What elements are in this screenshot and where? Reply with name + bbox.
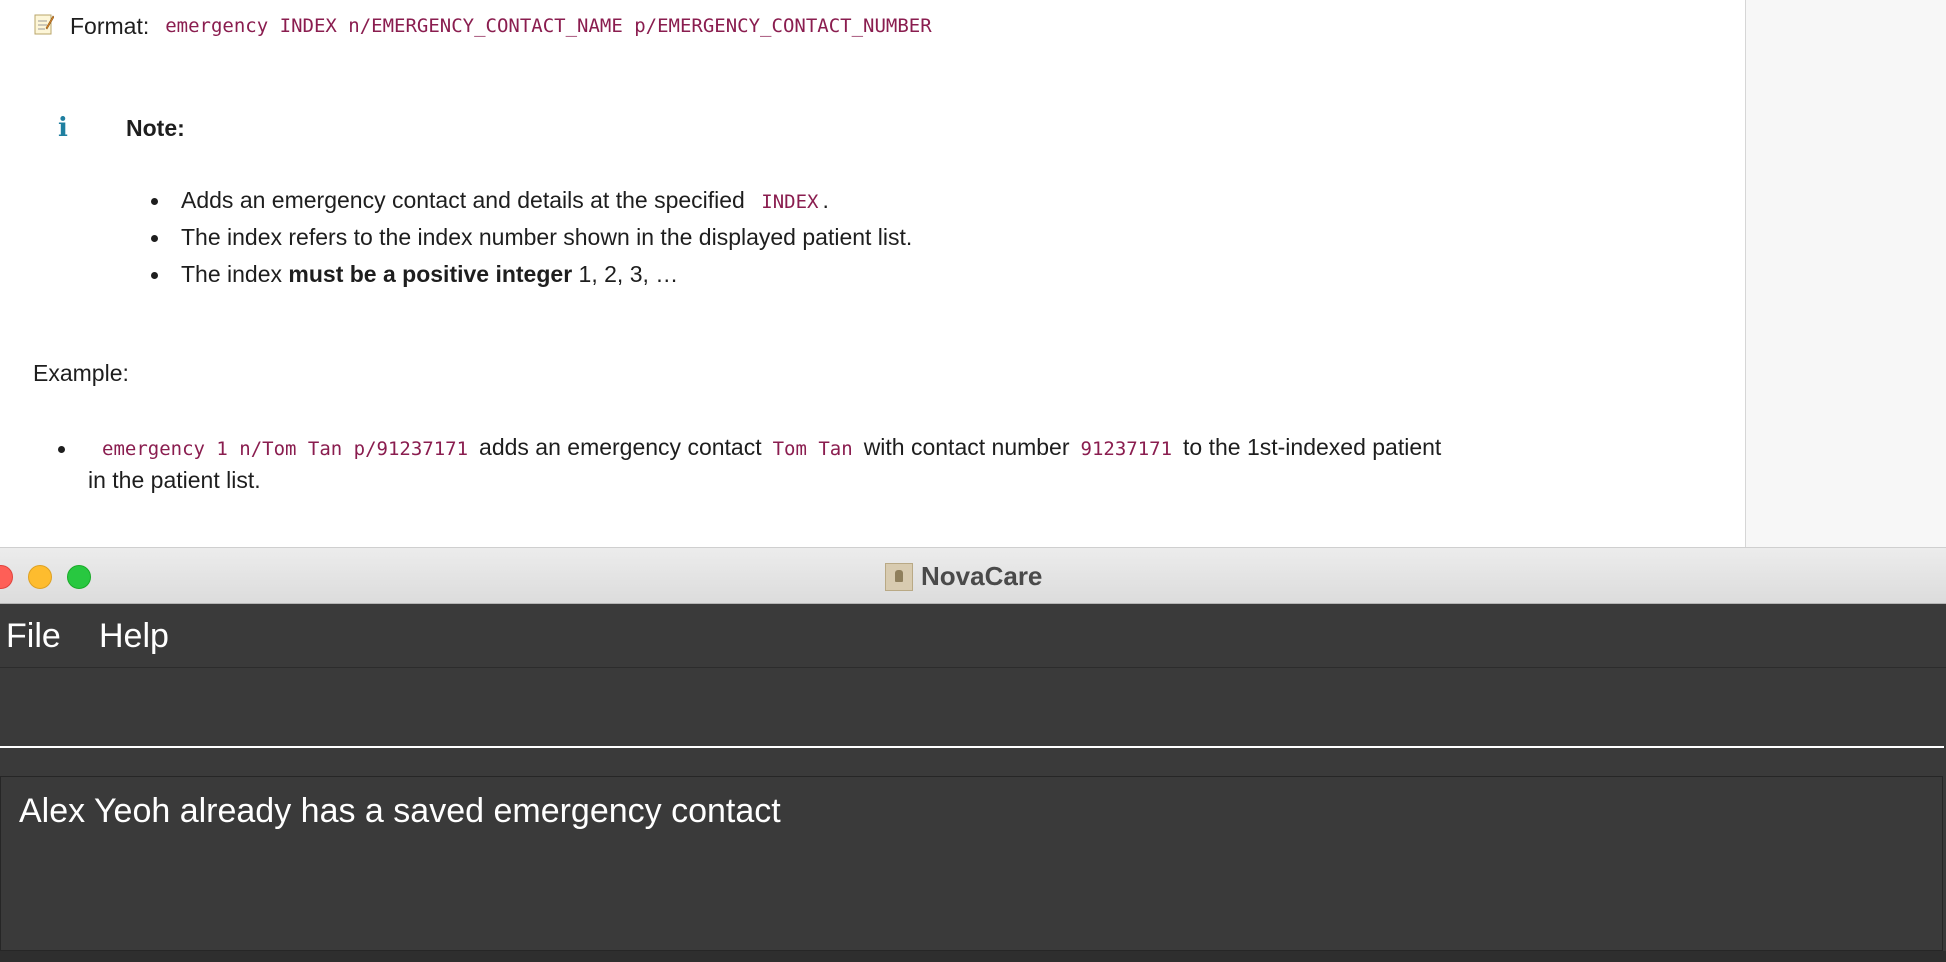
close-window-button[interactable] — [0, 565, 13, 589]
example-text: with contact number — [863, 434, 1070, 460]
note-title: Note: — [126, 115, 185, 141]
note-item-text: The index refers to the index number sho… — [181, 224, 913, 250]
example-command-code: emergency 1 n/Tom Tan p/91237171 — [102, 438, 469, 460]
example-number-code: 91237171 — [1080, 438, 1173, 460]
note-item-text: The index — [181, 261, 289, 287]
example-name-code: Tom Tan — [772, 438, 853, 460]
window-title-text: NovaCare — [921, 561, 1043, 591]
note-item-bold: must be a positive integer — [288, 261, 573, 287]
command-input[interactable] — [0, 668, 1944, 746]
example-label: Example: — [33, 360, 129, 386]
command-box — [0, 668, 1944, 748]
user-guide-page: Format: emergency INDEX n/EMERGENCY_CONT… — [0, 0, 1946, 547]
example-text: to the 1st-indexed patient — [1183, 434, 1442, 460]
menu-bar: File Help — [0, 604, 1946, 668]
memo-icon — [34, 14, 54, 35]
info-icon: i — [58, 113, 68, 143]
example-line-2: in the patient list. — [88, 467, 261, 493]
note-item: Adds an emergency contact and details at… — [148, 182, 912, 219]
index-code: INDEX — [761, 191, 819, 213]
app-icon — [885, 562, 913, 591]
note-item-text: 1, 2, 3, … — [572, 261, 679, 287]
note-item: The index must be a positive integer 1, … — [148, 256, 912, 293]
menu-file[interactable]: File — [6, 604, 61, 668]
novacare-window: NovaCare File Help Alex Yeoh already has… — [0, 547, 1946, 962]
zoom-window-button[interactable] — [67, 565, 91, 589]
bullet — [58, 446, 65, 453]
status-bar — [0, 951, 1946, 962]
title-bar[interactable]: NovaCare — [0, 547, 1946, 604]
format-label: Format: — [70, 12, 150, 39]
result-message: Alex Yeoh already has a saved emergency … — [19, 792, 781, 830]
note-item-text: Adds an emergency contact and details at… — [181, 187, 745, 213]
note-item: The index refers to the index number sho… — [148, 219, 912, 256]
minimize-window-button[interactable] — [28, 565, 52, 589]
note-list: Adds an emergency contact and details at… — [148, 182, 912, 293]
example-text: adds an emergency contact — [479, 434, 762, 460]
window-title: NovaCare — [885, 548, 1042, 605]
note-item-end: . — [822, 187, 829, 213]
menu-help[interactable]: Help — [99, 604, 169, 668]
format-line: Format: emergency INDEX n/EMERGENCY_CONT… — [34, 9, 932, 43]
example-line-1: emergency 1 n/Tom Tan p/91237171 adds an … — [96, 430, 1441, 466]
doc-sidebar — [1745, 0, 1946, 547]
result-display[interactable]: Alex Yeoh already has a saved emergency … — [0, 776, 1943, 951]
format-command-code: emergency INDEX n/EMERGENCY_CONTACT_NAME… — [165, 15, 932, 37]
